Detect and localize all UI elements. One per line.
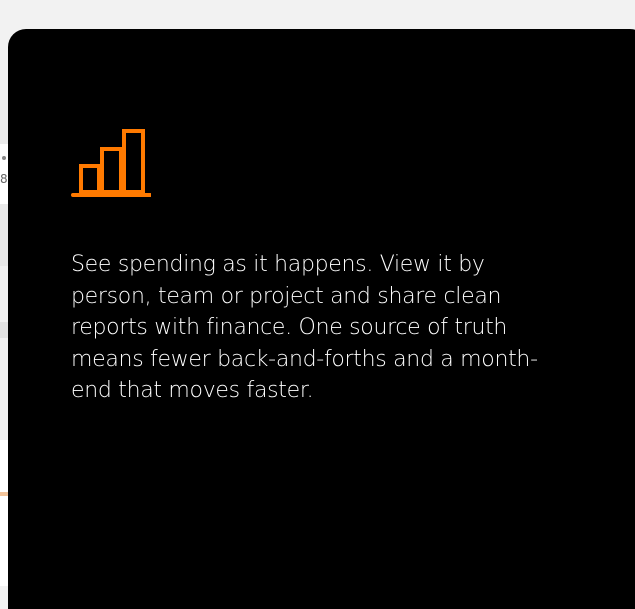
background-partial-text: 8 <box>0 172 8 186</box>
background-dot <box>2 156 6 160</box>
background-accent <box>0 492 8 496</box>
feature-description: See spending as it happens. View it by p… <box>71 252 538 403</box>
feature-card: See spending as it happens. View it by p… <box>8 29 635 609</box>
bar-chart-icon <box>71 129 151 197</box>
